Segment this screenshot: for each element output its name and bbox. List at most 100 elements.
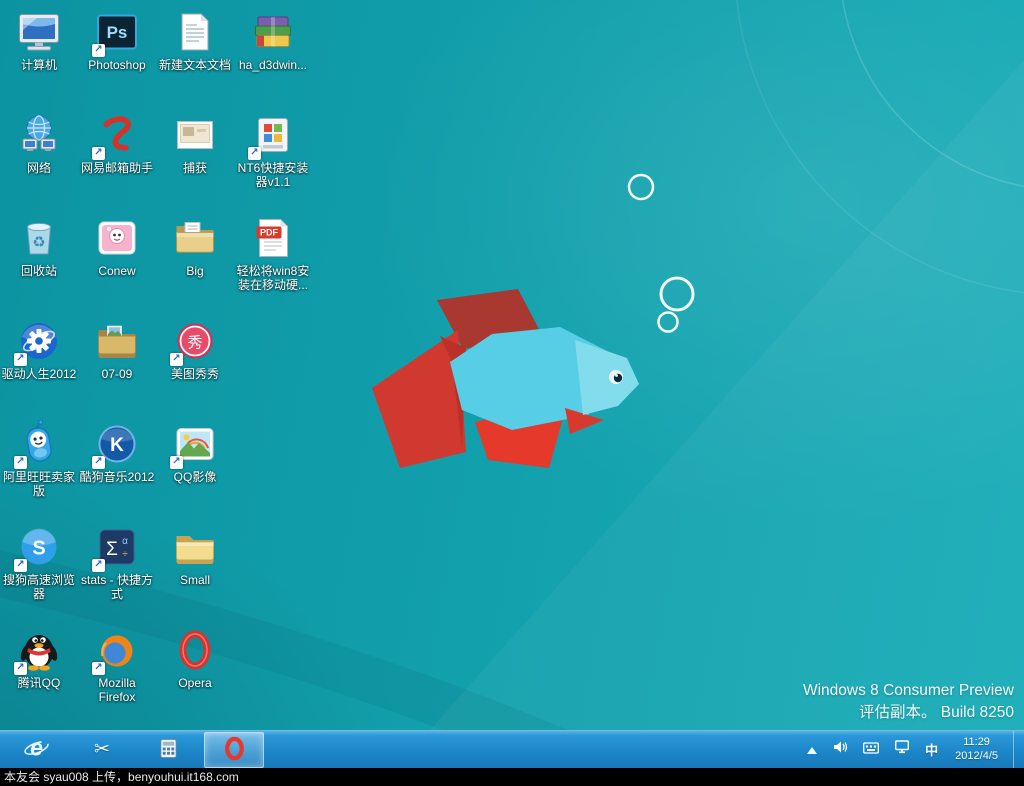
taskbar-internet-explorer-button[interactable]: e [6, 732, 66, 768]
folder-icon [171, 523, 219, 571]
tray-touch-keyboard[interactable] [861, 739, 881, 761]
svg-text:PDF: PDF [260, 228, 279, 238]
photo-rainbow-icon: ↗ [171, 420, 219, 468]
desktop[interactable]: 计算机 Ps ↗ Photoshop 新建文本文档 ha_d3dwin [0, 0, 1024, 730]
icon-label: 回收站 [21, 264, 57, 278]
watermark-line1: Windows 8 Consumer Preview [803, 680, 1014, 702]
desktop-icon-sogou-browser[interactable]: S ↗ 搜狗高速浏览器 [0, 517, 78, 620]
desktop-icon-new-text-document[interactable]: 新建文本文档 [156, 2, 234, 105]
icon-label: Opera [178, 676, 211, 690]
desktop-icon-nt6-installer[interactable]: ↗ NT6快捷安装器v1.1 [234, 105, 312, 208]
desktop-icon-folder-small[interactable]: Small [156, 517, 234, 620]
computer-icon [15, 8, 63, 56]
qq-penguin-icon: ↗ [15, 626, 63, 674]
opera-icon [222, 736, 247, 764]
svg-text:α: α [122, 536, 128, 547]
clock-time: 11:29 [955, 736, 998, 750]
sogou-s-icon: S ↗ [15, 523, 63, 571]
desktop-icon-computer[interactable]: 计算机 [0, 2, 78, 105]
calculator-icon [157, 737, 180, 763]
icon-label: 驱动人生2012 [2, 367, 77, 381]
clock-date: 2012/4/5 [955, 750, 998, 764]
desktop-icon-winrar-archive[interactable]: ha_d3dwin... [234, 2, 312, 105]
icon-label: 计算机 [21, 58, 57, 72]
desktop-icon-recycle-bin[interactable]: ♻ 回收站 [0, 208, 78, 311]
desktop-icon-meitu-xiuxiu[interactable]: 秀 ↗ 美图秀秀 [156, 311, 234, 414]
desktop-icon-kugou-music[interactable]: K ↗ 酷狗音乐2012 [78, 414, 156, 517]
show-desktop-button[interactable] [1013, 731, 1020, 768]
speaker-icon [832, 739, 848, 760]
icon-label: QQ影像 [174, 470, 217, 484]
tray-show-hidden-icons-chevron[interactable] [805, 739, 819, 761]
screen: 计算机 Ps ↗ Photoshop 新建文本文档 ha_d3dwin [0, 0, 1024, 786]
icon-label: 酷狗音乐2012 [80, 470, 155, 484]
taskbar-calculator-button[interactable] [138, 732, 198, 768]
betta-fish-shape [372, 289, 639, 468]
desktop-icon-folder-07-09[interactable]: 07-09 [78, 311, 156, 414]
kugou-k-icon: K ↗ [93, 420, 141, 468]
folder-icon [171, 214, 219, 262]
tray-network[interactable] [892, 738, 912, 761]
svg-text:K: K [110, 435, 124, 456]
photo-capture-icon [171, 111, 219, 159]
icon-label: ha_d3dwin... [239, 58, 307, 72]
shortcut-arrow-icon: ↗ [14, 559, 27, 572]
desktop-icon-stats-shortcut[interactable]: Σα ÷ ↗ stats - 快捷方式 [78, 517, 156, 620]
svg-text:秀: 秀 [187, 335, 202, 352]
desktop-icon-grid: 计算机 Ps ↗ Photoshop 新建文本文档 ha_d3dwin [0, 2, 312, 723]
netease-swirl-icon: ↗ [93, 111, 141, 159]
icon-label: 轻松将win8安装在移动硬... [235, 264, 311, 293]
icon-label: Small [180, 573, 210, 587]
winrar-books-icon [249, 8, 297, 56]
desktop-icon-photoshop[interactable]: Ps ↗ Photoshop [78, 2, 156, 105]
desktop-icon-conew[interactable]: Conew [78, 208, 156, 311]
taskbar-opera-button[interactable] [204, 732, 264, 768]
shortcut-arrow-icon: ↗ [92, 44, 105, 57]
shortcut-arrow-icon: ↗ [92, 662, 105, 675]
taskbar-snipping-tool-button[interactable]: ✂ [72, 732, 132, 768]
tray-volume[interactable] [830, 737, 850, 762]
firefox-icon: ↗ [93, 626, 141, 674]
svg-text:e: e [30, 735, 43, 761]
icon-label: 新建文本文档 [159, 58, 231, 72]
photoshop-icon: Ps ↗ [93, 8, 141, 56]
icon-label: NT6快捷安装器v1.1 [235, 161, 311, 190]
icon-label: 网易邮箱助手 [81, 161, 153, 175]
desktop-icon-qq-image[interactable]: ↗ QQ影像 [156, 414, 234, 517]
icon-label: Mozilla Firefox [79, 676, 155, 705]
shortcut-arrow-icon: ↗ [14, 456, 27, 469]
desktop-icon-drive-life-2012[interactable]: ↗ 驱动人生2012 [0, 311, 78, 414]
system-tray: 中 11:29 2012/4/5 [805, 731, 1024, 768]
keyboard-icon [863, 741, 879, 759]
windows-watermark: Windows 8 Consumer Preview 评估副本。 Build 8… [803, 680, 1014, 724]
desktop-icon-network[interactable]: 网络 [0, 105, 78, 208]
wangwang-figure-icon: ↗ [15, 420, 63, 468]
gear-globe-icon: ↗ [15, 317, 63, 365]
network-icon [894, 740, 910, 759]
desktop-icon-capture[interactable]: 捕获 [156, 105, 234, 208]
shortcut-arrow-icon: ↗ [92, 559, 105, 572]
desktop-icon-tencent-qq[interactable]: ↗ 腾讯QQ [0, 620, 78, 723]
desktop-icon-opera[interactable]: Opera [156, 620, 234, 723]
shortcut-arrow-icon: ↗ [14, 662, 27, 675]
taskbar-pinned-apps: e ✂ [0, 731, 270, 768]
desktop-icon-pdf-win8-guide[interactable]: PDF 轻松将win8安装在移动硬... [234, 208, 312, 311]
icon-label: 捕获 [183, 161, 207, 175]
icon-label: stats - 快捷方式 [79, 573, 155, 602]
desktop-icon-mozilla-firefox[interactable]: ↗ Mozilla Firefox [78, 620, 156, 723]
icon-label: 搜狗高速浏览器 [1, 573, 77, 602]
conew-photo-icon [93, 214, 141, 262]
icon-label: 腾讯QQ [18, 676, 61, 690]
tray-clock[interactable]: 11:29 2012/4/5 [951, 736, 1002, 763]
desktop-icon-folder-big[interactable]: Big [156, 208, 234, 311]
svg-text:Σ: Σ [106, 539, 118, 560]
icon-label: 07-09 [102, 367, 133, 381]
ime-language-indicator[interactable]: 中 [923, 738, 940, 761]
desktop-icon-aliwangwang-seller[interactable]: ↗ 阿里旺旺卖家版 [0, 414, 78, 517]
recycle-bin-icon: ♻ [15, 214, 63, 262]
desktop-icon-netease-mail-helper[interactable]: ↗ 网易邮箱助手 [78, 105, 156, 208]
svg-text:÷: ÷ [122, 549, 128, 560]
icon-label: 网络 [27, 161, 51, 175]
svg-text:♻: ♻ [32, 234, 45, 251]
opera-o-icon [171, 626, 219, 674]
